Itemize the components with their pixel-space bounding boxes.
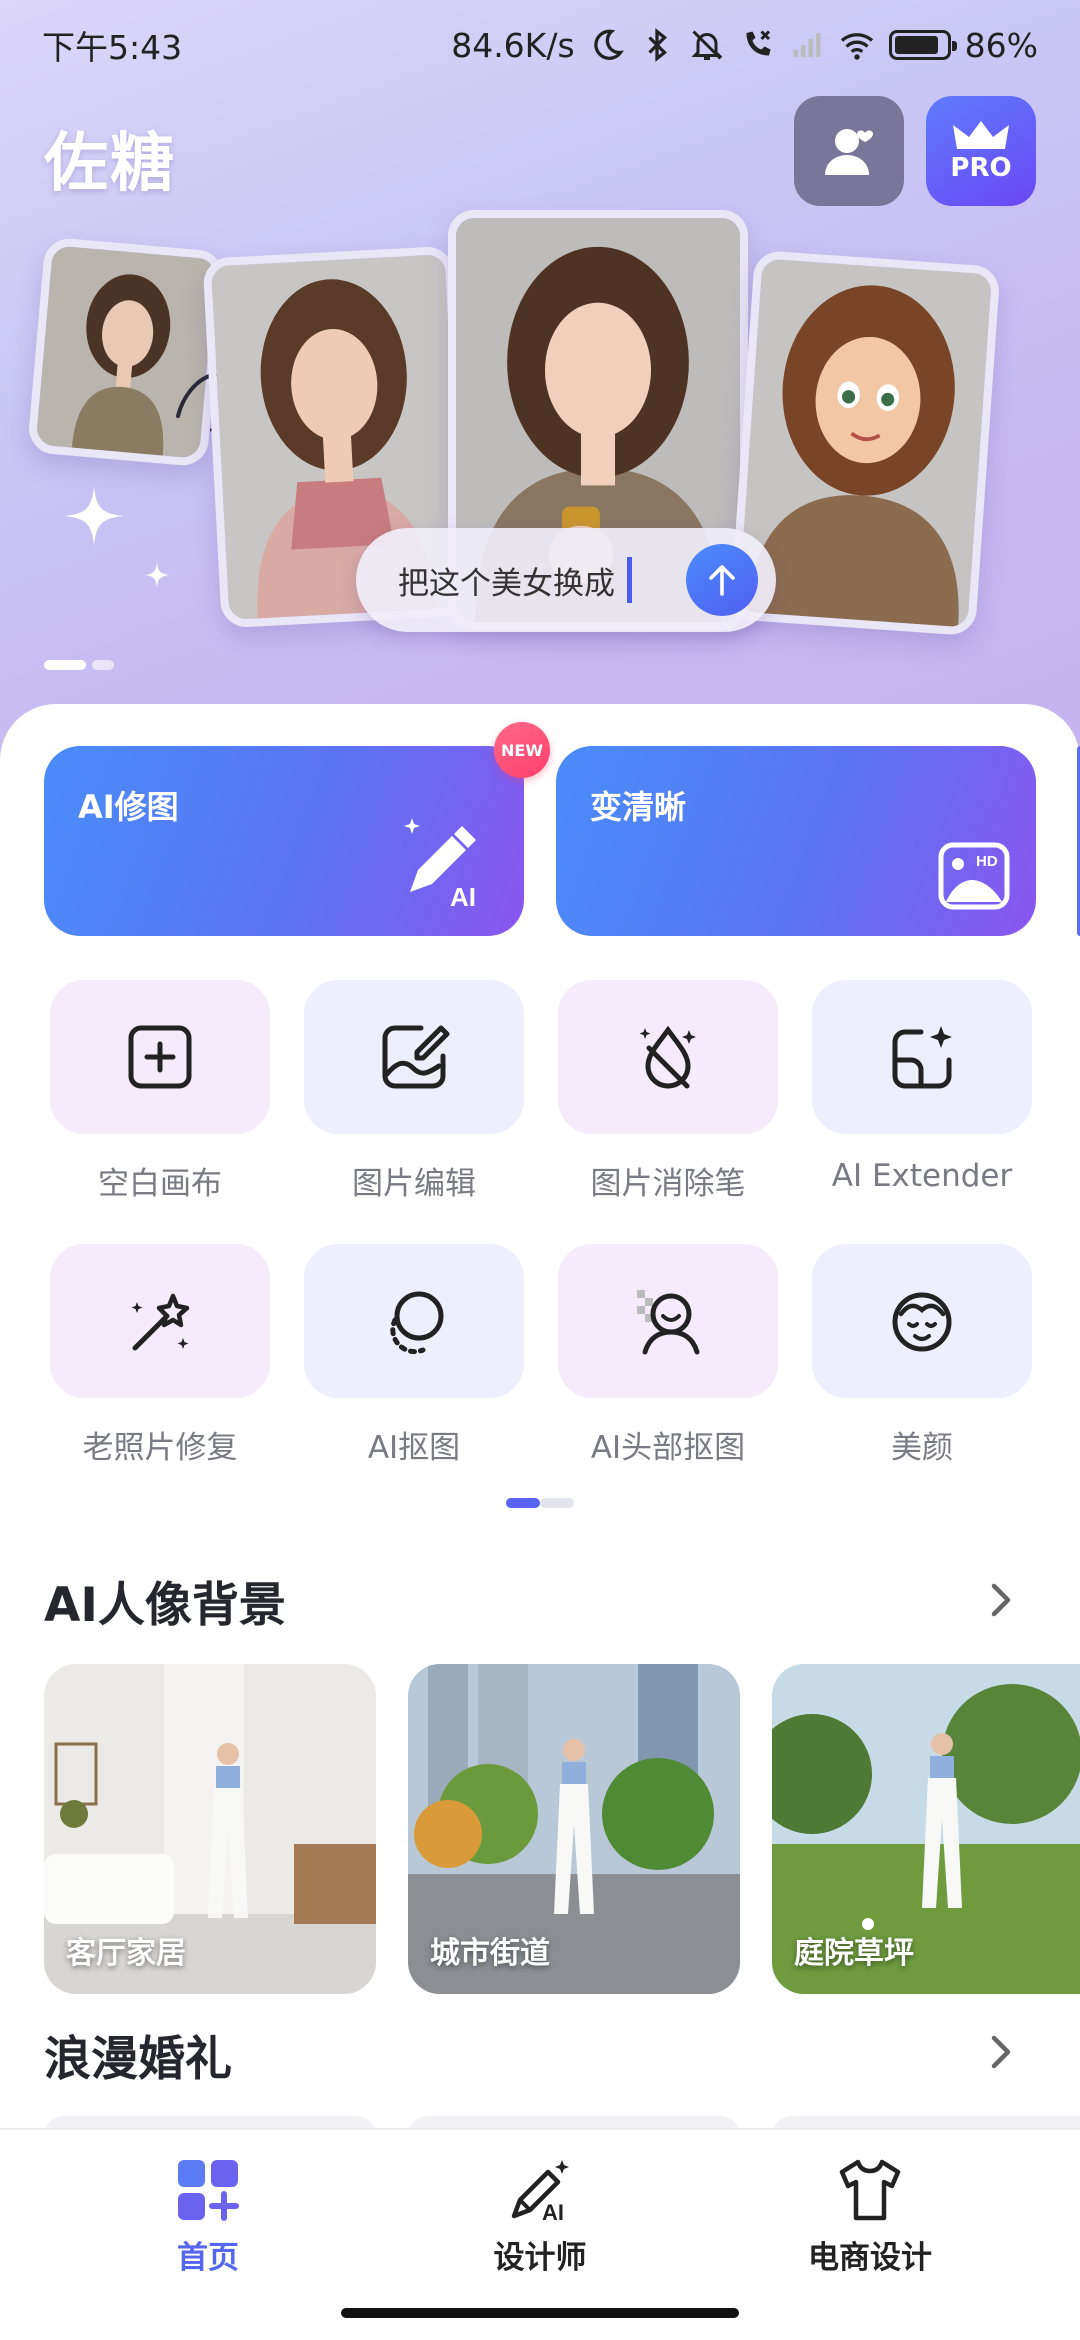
moon-icon — [593, 29, 624, 60]
tab-label-designer: 设计师 — [493, 2240, 587, 2276]
extender-icon — [892, 1026, 952, 1089]
cutout-icon — [390, 1291, 444, 1355]
bluetooth-icon — [647, 28, 667, 62]
carousel-indicator — [44, 660, 114, 670]
page-dot — [540, 1498, 574, 1508]
chevron-right-icon[interactable] — [984, 1580, 1018, 1620]
home-indicator[interactable] — [341, 2308, 739, 2318]
tool-label-image-edit: 图片编辑 — [352, 1166, 476, 1202]
arrow-up-icon — [709, 565, 735, 596]
status-bar: 下午5:43 84.6K/s 86% — [0, 0, 1080, 90]
pro-label: PRO — [950, 153, 1012, 183]
section-title-wedding: 浪漫婚礼 — [44, 2032, 232, 2087]
hd-badge: HD — [976, 853, 998, 870]
tab-label-ecommerce: 电商设计 — [808, 2240, 932, 2276]
home-grid-icon — [178, 2160, 239, 2221]
image-edit-icon — [382, 1025, 450, 1089]
app-title: 佐糖 — [44, 127, 176, 201]
tool-beauty[interactable] — [812, 1244, 1032, 1398]
tool-label-ai-extender: AI Extender — [831, 1158, 1013, 1194]
battery-percent: 86% — [964, 25, 1038, 65]
sparkle-small-icon — [144, 562, 170, 588]
sparkle-large-icon — [64, 486, 124, 546]
profile-button[interactable] — [794, 96, 904, 206]
tab-label-home: 首页 — [177, 2240, 239, 2276]
blank-canvas-icon — [128, 1025, 192, 1089]
status-icons: 84.6K/s 86% — [451, 26, 1038, 65]
beauty-face-icon — [892, 1292, 952, 1352]
svg-text:AI: AI — [542, 2200, 564, 2225]
tool-label-ai-cutout: AI抠图 — [367, 1430, 461, 1466]
enhance-clarity-card[interactable]: 变清晰 HD — [556, 746, 1036, 936]
status-time: 下午5:43 — [42, 28, 183, 67]
tab-home[interactable]: 首页 — [88, 2154, 328, 2277]
prompt-text: 把这个美女换成 — [398, 565, 615, 602]
call-blocked-icon — [746, 30, 771, 56]
ai-pencil-icon: AI — [404, 818, 476, 910]
ai-retouch-label: AI修图 — [78, 788, 179, 826]
battery-icon — [888, 30, 957, 60]
new-badge: NEW — [494, 722, 550, 778]
magic-wand-icon — [131, 1293, 190, 1351]
crown-icon — [953, 121, 1009, 149]
scene-card-city-street[interactable]: 城市街道 — [408, 1664, 740, 1994]
tool-label-beauty: 美颜 — [891, 1430, 953, 1466]
cell-signal-icon — [793, 33, 821, 57]
section-title-portrait-bg: AI人像背景 — [44, 1578, 286, 1633]
tool-ai-cutout[interactable] — [304, 1244, 524, 1398]
ai-retouch-card[interactable]: AI修图 AI — [44, 746, 524, 936]
tab-designer[interactable]: AI 设计师 — [420, 2154, 660, 2277]
tool-page-indicator — [506, 1498, 574, 1508]
wifi-icon — [840, 33, 873, 60]
scene-label-living-room: 客厅家居 — [66, 1936, 186, 1971]
tool-eraser[interactable] — [558, 980, 778, 1134]
carousel-dot — [44, 660, 86, 670]
text-caret — [627, 557, 632, 603]
network-speed: 84.6K/s — [451, 25, 575, 65]
tool-ai-extender[interactable] — [812, 980, 1032, 1134]
enhance-clarity-label: 变清晰 — [590, 788, 687, 826]
tool-old-photo-repair[interactable] — [50, 1244, 270, 1398]
scene-card-garden-lawn[interactable]: 庭院草坪 — [772, 1664, 1080, 1994]
tshirt-icon — [839, 2159, 901, 2221]
chevron-right-icon[interactable] — [984, 2032, 1018, 2072]
prompt-input-demo[interactable]: 把这个美女换成 — [356, 528, 776, 632]
tab-ecommerce-design[interactable]: 电商设计 — [750, 2154, 990, 2277]
tool-ai-head-cutout[interactable] — [558, 1244, 778, 1398]
send-button[interactable] — [686, 544, 758, 616]
scene-card-living-room[interactable]: 客厅家居 — [44, 1664, 376, 1994]
tool-label-blank-canvas: 空白画布 — [98, 1166, 222, 1202]
tool-label-old-photo: 老照片修复 — [82, 1430, 238, 1466]
scene-label-garden-lawn: 庭院草坪 — [794, 1936, 914, 1971]
mute-bell-icon — [691, 30, 723, 60]
scene-label-city-street: 城市街道 — [430, 1936, 550, 1971]
svg-text:AI: AI — [450, 882, 476, 910]
pro-upgrade-button[interactable]: PRO — [926, 96, 1036, 206]
carousel-dot — [92, 660, 114, 670]
head-cutout-icon — [637, 1290, 700, 1355]
page-dot — [506, 1498, 540, 1508]
tool-label-head-cutout: AI头部抠图 — [590, 1430, 746, 1466]
user-heart-icon — [825, 129, 873, 175]
ai-pen-icon: AI — [511, 2160, 569, 2225]
eraser-drop-icon — [639, 1025, 696, 1089]
tool-blank-canvas[interactable] — [50, 980, 270, 1134]
tool-label-eraser: 图片消除笔 — [590, 1166, 746, 1202]
tool-image-edit[interactable] — [304, 980, 524, 1134]
hd-image-icon: HD — [938, 842, 1010, 910]
